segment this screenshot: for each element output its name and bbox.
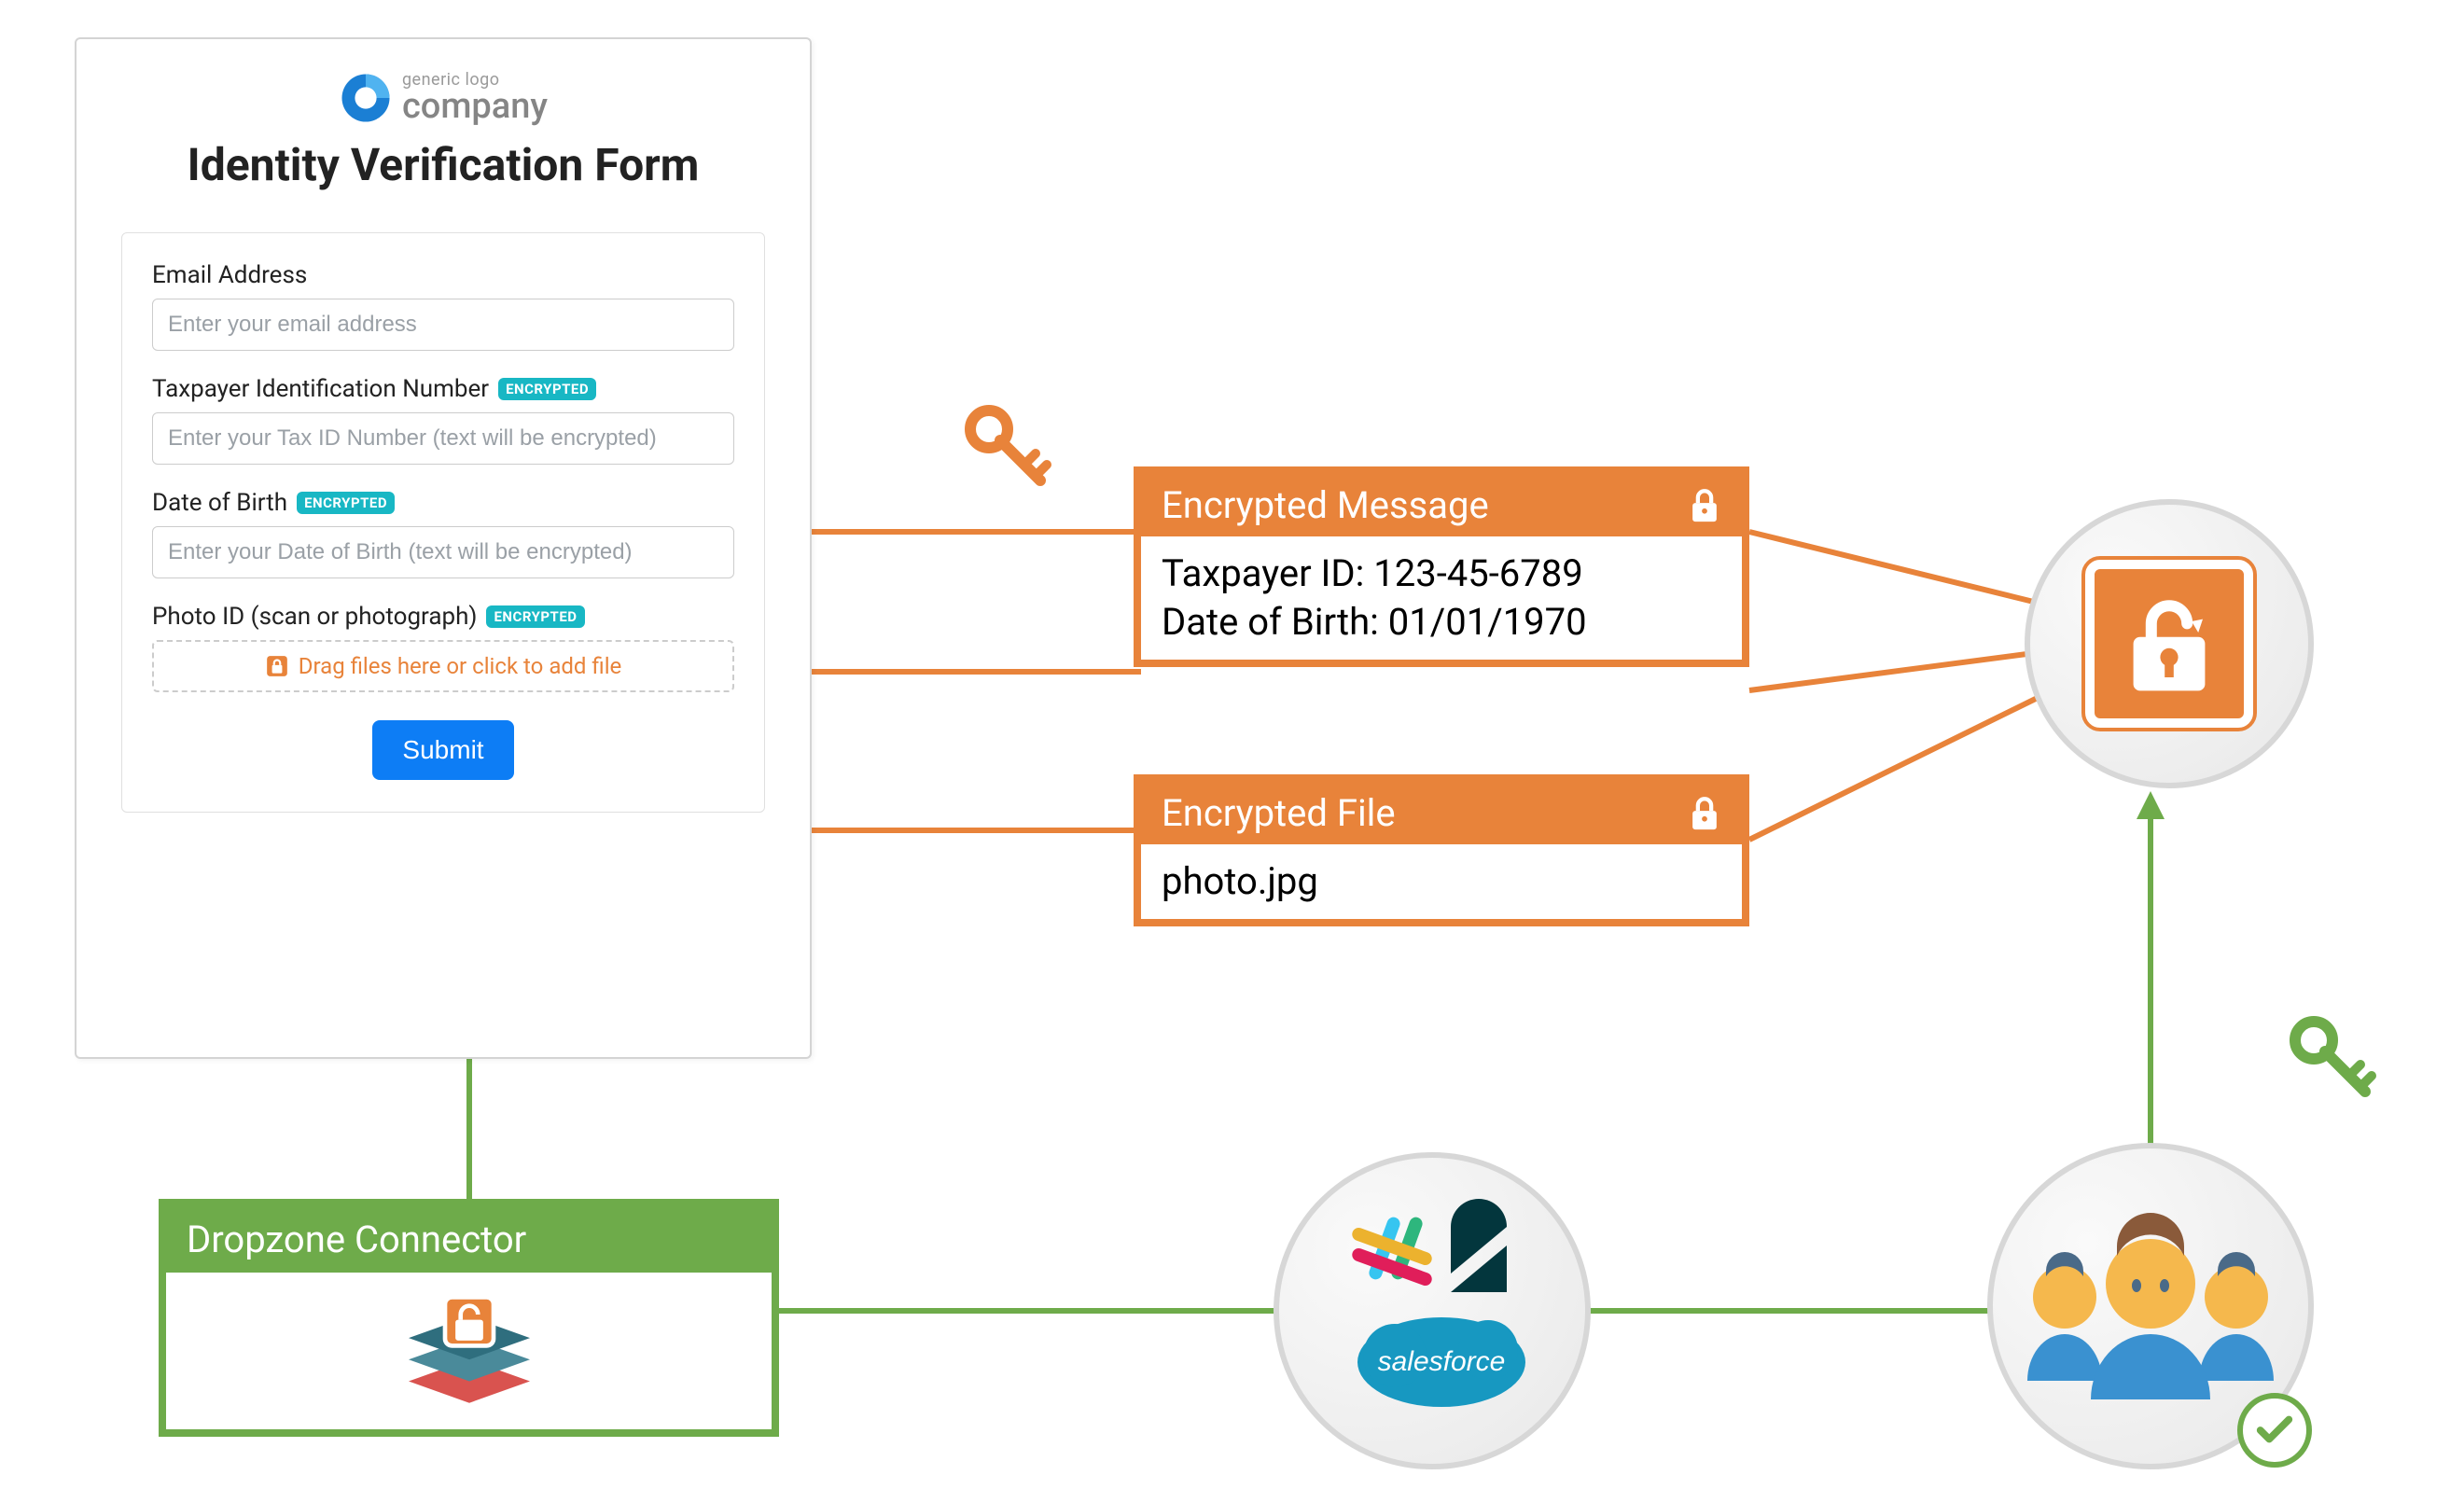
key-icon	[2286, 1012, 2379, 1106]
dropzone-connector-card: Dropzone Connector	[159, 1199, 779, 1437]
encrypted-message-line2: Date of Birth: 01/01/1970	[1162, 598, 1721, 647]
photo-label: Photo ID (scan or photograph)	[152, 603, 477, 631]
lock-icon	[1688, 795, 1721, 832]
layers-lock-icon	[399, 1290, 539, 1412]
encrypted-file-name: photo.jpg	[1162, 857, 1721, 906]
email-input[interactable]	[152, 299, 734, 351]
slack-icon	[1350, 1216, 1433, 1287]
encrypted-message-line1: Taxpayer ID: 123-45-6789	[1162, 550, 1721, 598]
tin-label: Taxpayer Identification Number	[152, 375, 489, 403]
salesforce-icon: salesforce	[1357, 1317, 1525, 1407]
encryption-node	[2025, 499, 2314, 788]
checkmark-badge	[2237, 1393, 2312, 1468]
encrypted-file-title: Encrypted File	[1162, 791, 1396, 835]
lock-icon	[1688, 487, 1721, 524]
company-logo: generic logo company	[121, 71, 765, 125]
services-icons: salesforce	[1311, 1190, 1553, 1432]
submit-button[interactable]: Submit	[372, 720, 513, 780]
encrypted-message-title: Encrypted Message	[1162, 483, 1489, 527]
encrypted-badge: ENCRYPTED	[297, 492, 395, 514]
dropzone-text: Drag files here or click to add file	[299, 653, 622, 679]
encrypted-badge: ENCRYPTED	[498, 378, 596, 400]
svg-text:salesforce: salesforce	[1378, 1346, 1506, 1377]
encrypted-message-card: Encrypted Message Taxpayer ID: 123-45-67…	[1134, 466, 1749, 667]
key-icon	[961, 401, 1054, 494]
form-title: Identity Verification Form	[121, 138, 765, 191]
file-dropzone[interactable]: Drag files here or click to add file	[152, 640, 734, 692]
encrypted-badge: ENCRYPTED	[486, 605, 584, 628]
check-icon	[2253, 1409, 2296, 1452]
dob-label: Date of Birth	[152, 489, 287, 517]
open-lock-icon	[2113, 588, 2225, 700]
logo-circle-icon	[339, 71, 393, 125]
zendesk-icon	[1451, 1199, 1507, 1292]
tin-input[interactable]	[152, 412, 734, 465]
lock-icon	[265, 654, 289, 678]
encrypted-file-card: Encrypted File photo.jpg	[1134, 774, 1749, 926]
users-node	[1987, 1143, 2314, 1469]
users-icon	[2011, 1194, 2290, 1418]
logo-company-name: company	[402, 89, 548, 124]
dob-input[interactable]	[152, 526, 734, 578]
services-node: salesforce	[1274, 1152, 1591, 1469]
connector-title: Dropzone Connector	[166, 1206, 772, 1273]
verification-form-card: generic logo company Identity Verificati…	[75, 37, 812, 1059]
email-label: Email Address	[152, 261, 307, 289]
form-body: Email Address Taxpayer Identification Nu…	[121, 232, 765, 813]
